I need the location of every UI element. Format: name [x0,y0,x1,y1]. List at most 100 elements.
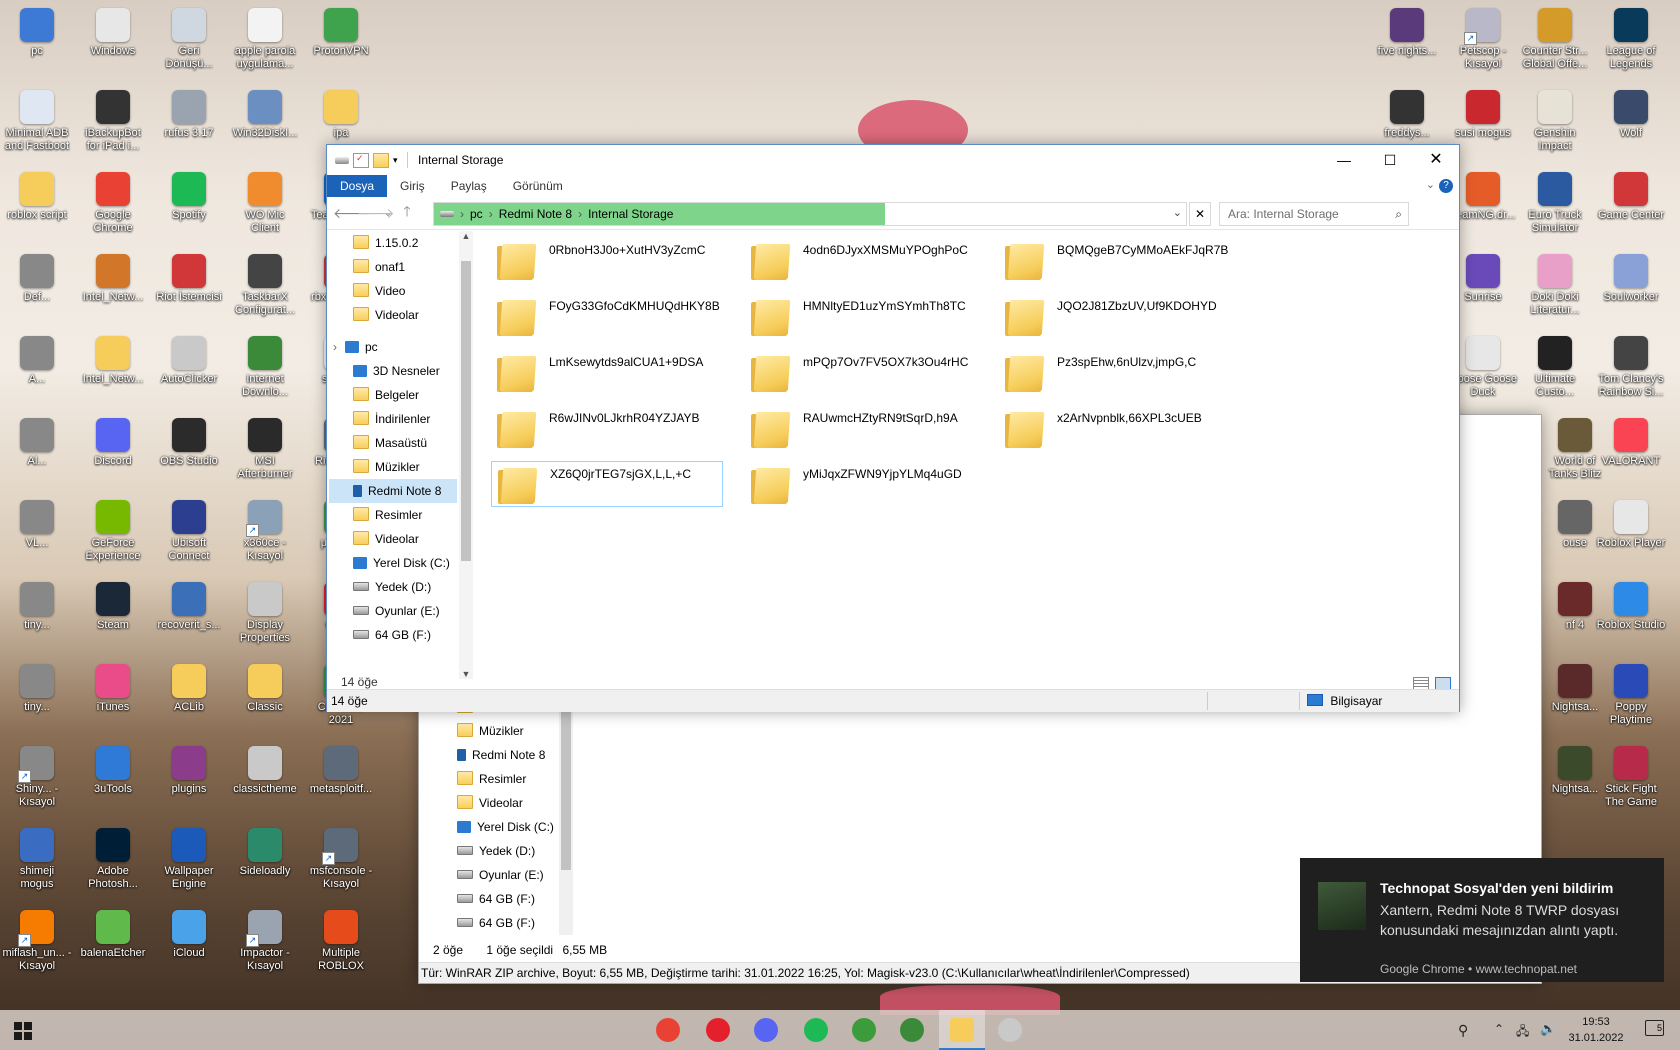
desktop-icon-miflash-un-k-sayol[interactable]: miflash_un... - Kısayol [2,910,72,973]
breadcrumb-chevron-icon[interactable]: › [489,207,493,221]
up-arrow-icon[interactable]: 🡑 [395,201,419,225]
back-nav-scrollbar-thumb[interactable] [561,695,571,870]
taskbar-internet-download-manager-button[interactable] [889,1010,935,1050]
desktop-icon-pc[interactable]: pc [2,8,72,58]
address-clear-button[interactable]: ✕ [1189,202,1211,226]
desktop-icon-shimeji-mogus[interactable]: shimeji mogus [2,828,72,891]
explorer-window-front[interactable]: ✓ ▾ Internal Storage — ☐ ✕ Dosya Giriş Pay… [326,144,1460,712]
taskbar-chrome-button[interactable] [645,1010,691,1050]
nav-item-i-ndirilenler[interactable]: İndirilenler [329,407,457,431]
breadcrumb-chevron-icon[interactable]: › [578,207,582,221]
nav-item-yedek-d[interactable]: Yedek (D:) [329,575,457,599]
folder-item[interactable]: BQMQgeB7CyMMoAEkFJqR7B [999,237,1231,283]
desktop-icon-roblox-studio[interactable]: Roblox Studio [1596,582,1666,632]
folder-item[interactable]: FOyG33GfoCdKMHUQdHKY8B [491,293,723,339]
back-arrow-icon[interactable]: 🡐 [333,205,371,222]
desktop-icon-wo-mic-client[interactable]: WO Mic Client [230,172,300,235]
taskbar-opera-button[interactable] [695,1010,741,1050]
action-center-icon[interactable]: 5 [1645,1020,1664,1036]
desktop-icon-freddys[interactable]: freddys... [1372,90,1442,140]
desktop-icon-adobe-photosh[interactable]: Adobe Photosh... [78,828,148,891]
desktop-icon-league-of-legends[interactable]: League of Legends [1596,8,1666,71]
desktop-icon-shiny-k-sayol[interactable]: Shiny... - Kısayol [2,746,72,809]
desktop-icon-soulworker[interactable]: Soulworker [1596,254,1666,304]
close-button[interactable]: ✕ [1413,145,1459,175]
desktop-icon-def[interactable]: Def... [2,254,72,304]
ribbon-expand-icon[interactable]: ⌄ [1426,178,1435,191]
folder-item[interactable]: LmKsewytds9alCUA1+9DSA [491,349,723,395]
nav-item-pc[interactable]: › pc [329,335,457,359]
desktop-icon-windows[interactable]: Windows [78,8,148,58]
folder-item[interactable]: yMiJqxZFWN9YjpYLMq4uGD [745,461,977,507]
desktop-icon-msfconsole-k-sayol[interactable]: msfconsole - Kısayol [306,828,376,891]
folder-item[interactable]: 4odn6DJyxXMSMuYPOghPoC [745,237,977,283]
desktop-icon-impactor-k-sayol[interactable]: Impactor - Kısayol [230,910,300,973]
volume-icon[interactable]: 🔊 [1540,1021,1556,1037]
folder-item[interactable]: R6wJINv0LJkrhR04YZJAYB [491,405,723,451]
taskbar-spotify-button[interactable] [793,1010,839,1050]
address-dropdown-icon[interactable]: ⌄ [1173,206,1182,219]
desktop-icon-aclib[interactable]: ACLib [154,664,224,714]
folder-item[interactable]: Pz3spEhw,6nUlzv,jmpG,C [999,349,1231,395]
breadcrumb-item[interactable]: Internal Storage [588,207,673,221]
nav-scrollbar[interactable]: ▲ ▼ [459,231,473,679]
nav-item-yerel-disk-c[interactable]: Yerel Disk (C:) [329,551,457,575]
taskbar-file-explorer-button[interactable] [939,1010,985,1050]
desktop-icon-wallpaper-engine[interactable]: Wallpaper Engine [154,828,224,891]
desktop-icon-plugins[interactable]: plugins [154,746,224,796]
folder-item[interactable]: 0RbnoH3J0o+XutHV3yZcmC [491,237,723,283]
breadcrumb-item[interactable]: Redmi Note 8 [499,207,572,221]
nav-item-belgeler[interactable]: Belgeler [329,383,457,407]
forward-arrow-icon[interactable]: 🡒 [357,205,395,222]
desktop-icon-minimal-adb-and-fastboot[interactable]: Minimal ADB and Fastboot [2,90,72,153]
desktop-icon-a[interactable]: A... [2,336,72,386]
desktop-icon-counter-str-global-offe[interactable]: Counter Str... Global Offe... [1520,8,1590,71]
desktop-icon-rufus-3-17[interactable]: rufus 3.17 [154,90,224,140]
nav-item-video[interactable]: Video [329,279,457,303]
desktop-icon-apple-parola-uygulama[interactable]: apple parola uygulama... [230,8,300,71]
desktop-icon-spotify[interactable]: Spotify [154,172,224,222]
show-hidden-icons-button[interactable]: ⌃ [1494,1022,1504,1036]
desktop-icon-icloud[interactable]: iCloud [154,910,224,960]
desktop-icon-google-chrome[interactable]: Google Chrome [78,172,148,235]
desktop-icon-roblox-player[interactable]: Roblox Player [1596,500,1666,550]
taskbar-discord-button[interactable] [743,1010,789,1050]
desktop-icon-five-nights[interactable]: five nights... [1372,8,1442,58]
folder-item[interactable]: RAUwmcHZtyRN9tSqrD,h9A [745,405,977,451]
desktop-icon-ipa[interactable]: ipa [306,90,376,140]
desktop-icon-x360ce-k-sayol[interactable]: x360ce - Kısayol [230,500,300,563]
new-folder-icon[interactable] [373,152,389,168]
desktop-icon-protonvpn[interactable]: ProtonVPN [306,8,376,58]
desktop-icon-steam[interactable]: Steam [78,582,148,632]
taskbar-classic-theme-button[interactable] [987,1010,1033,1050]
tab-dosya[interactable]: Dosya [327,175,388,197]
desktop-icon-roblox-script[interactable]: roblox script [2,172,72,222]
address-bar[interactable]: › pc › Redmi Note 8 › Internal Storage ⌄ [433,202,1187,226]
desktop-icon-balenaetcher[interactable]: balenaEtcher [78,910,148,960]
help-icon[interactable]: ? [1439,179,1453,193]
desktop-icon-obs-studio[interactable]: OBS Studio [154,418,224,468]
desktop-icon-susi-mogus[interactable]: susi mogus [1448,90,1518,140]
desktop-icon-riot-i-stemcisi[interactable]: Riot İstemcisi [154,254,224,304]
network-icon[interactable]: 🖧 [1516,1022,1529,1043]
desktop-icon-ibackupbot-for-ipad-i[interactable]: iBackupBot for iPad i... [78,90,148,153]
navigation-pane[interactable]: 1.15.0.2 onaf1 Video Videolar › pc 3D Nesneler… [329,231,457,689]
desktop-icon-geri-d-n[interactable]: Geri Dönüşü... [154,8,224,71]
desktop-icon-classic[interactable]: Classic [230,664,300,714]
desktop-icon-display-properties[interactable]: Display Properties [230,582,300,645]
folder-item[interactable]: HMNltyED1uzYmSYmhTh8TC [745,293,977,339]
desktop-icon-win32diski[interactable]: Win32DiskI... [230,90,300,140]
desktop-icon-metasploitf[interactable]: metasploitf... [306,746,376,796]
desktop-icon-classictheme[interactable]: classictheme [230,746,300,796]
folder-item[interactable]: mPQp7Ov7FV5OX7k3Ou4rHC [745,349,977,395]
desktop-icon-doki-doki-literatur[interactable]: Doki Doki Literatur... [1520,254,1590,317]
desktop-icon-stick-fight-the-game[interactable]: Stick Fight The Game [1596,746,1666,809]
desktop-icon-tom-clancy-s-rainbow-si[interactable]: Tom Clancy's Rainbow Si... [1596,336,1666,399]
desktop-icon-euro-truck-simulator[interactable]: Euro Truck Simulator [1520,172,1590,235]
desktop-icon-ultimate-custo[interactable]: Ultimate Custo... [1520,336,1590,399]
search-input[interactable]: Ara: Internal Storage ⌕ [1219,202,1409,226]
taskbar-utorrent-button[interactable] [841,1010,887,1050]
desktop-icon-poppy-playtime[interactable]: Poppy Playtime [1596,664,1666,727]
desktop-icon-discord[interactable]: Discord [78,418,148,468]
desktop-icon-3utools[interactable]: 3uTools [78,746,148,796]
